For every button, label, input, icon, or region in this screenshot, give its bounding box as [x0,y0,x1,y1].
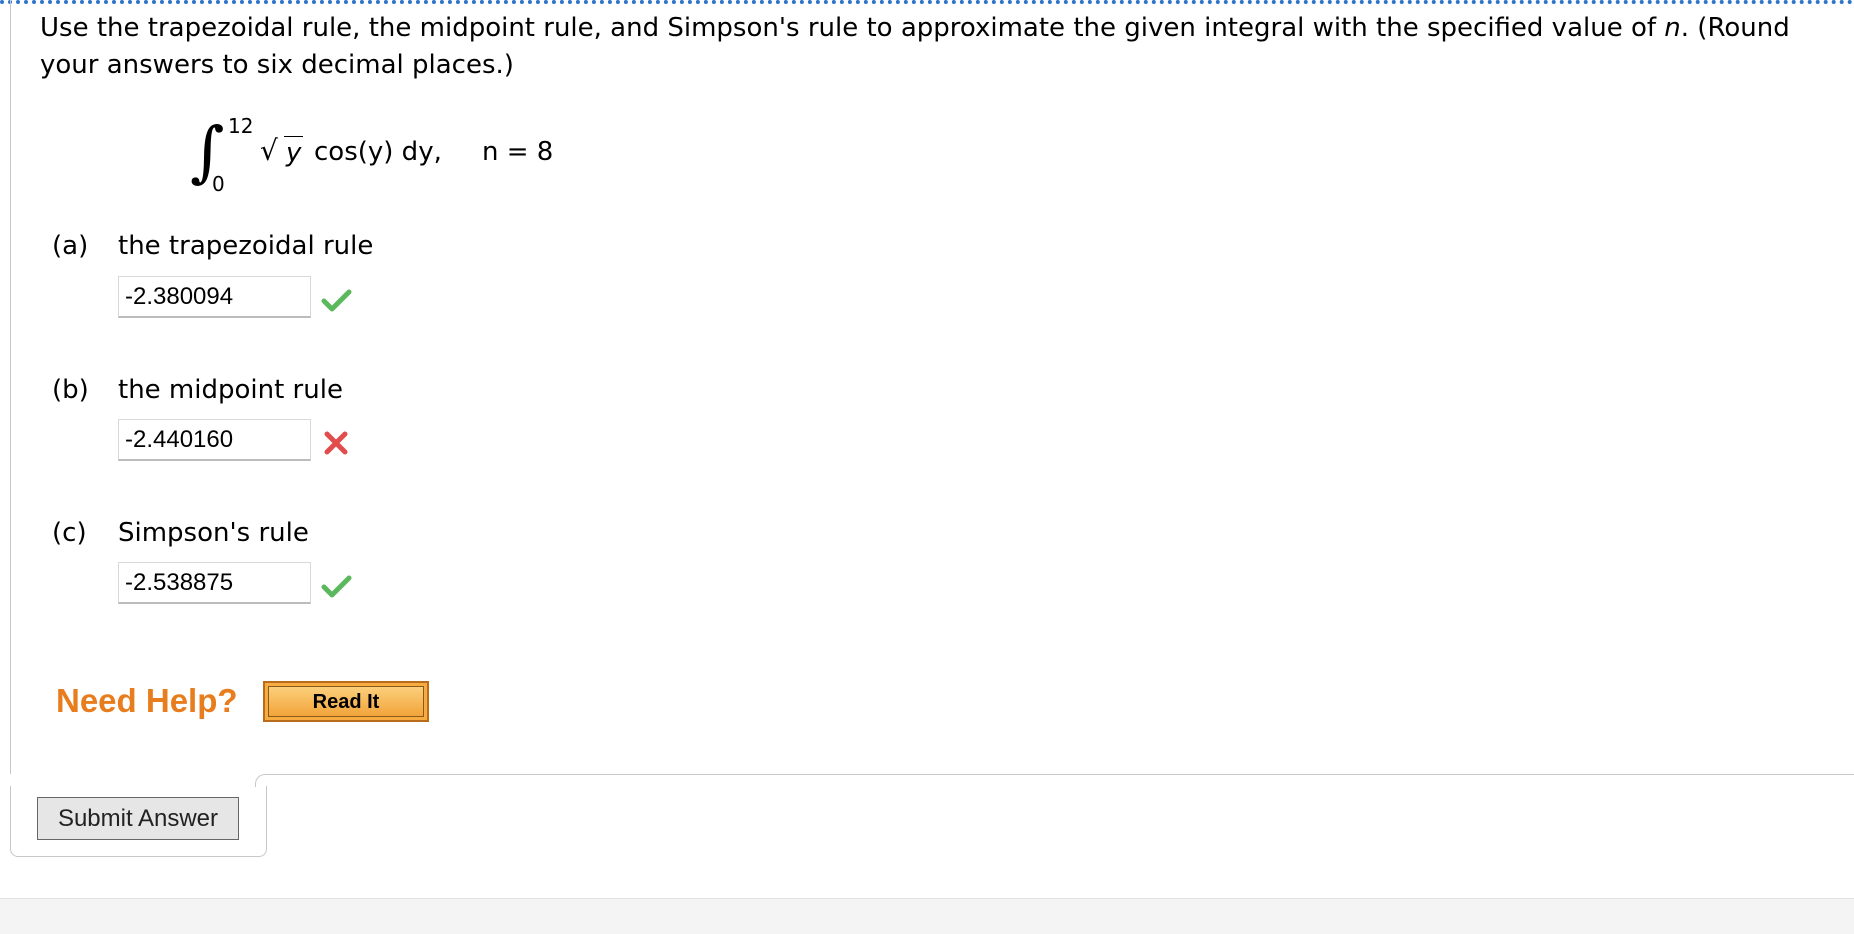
n-value: n = 8 [482,137,554,167]
answer-input-a[interactable] [118,276,311,318]
answer-input-c[interactable] [118,562,311,604]
lower-limit: 0 [212,172,225,196]
part-b-letter: (b) [52,375,89,405]
part-c-letter: (c) [52,518,87,548]
integrand-text: cos(y) dy, [314,137,442,167]
footer-bar [0,898,1854,934]
part-b-label: (b) the midpoint rule [52,373,343,407]
cross-icon [324,431,348,455]
need-help-label: Need Help? [56,682,238,719]
part-b-text: the midpoint rule [118,375,343,405]
read-it-label: Read It [268,686,424,717]
answer-input-b[interactable] [118,419,311,461]
read-it-button[interactable]: Read It [263,681,429,722]
panel-bottom-border [267,774,1854,775]
part-c-text: Simpson's rule [118,518,309,548]
check-icon [321,289,352,312]
part-c-label: (c) Simpson's rule [52,516,309,550]
part-a-letter: (a) [52,231,89,261]
integral-expression: ∫ 12 0 √ y cos(y) dy, n = 8 [190,112,610,202]
question-text-start: Use the trapezoidal rule, the midpoint r… [40,13,1665,43]
submit-answer-button[interactable]: Submit Answer [37,797,239,840]
question-n-variable: n [1664,13,1681,43]
radicand: y [284,136,304,168]
question-text: Use the trapezoidal rule, the midpoint r… [40,10,1820,84]
check-icon [321,575,352,598]
integrand-rest: cos(y) dy, [314,136,442,168]
part-a-text: the trapezoidal rule [118,231,374,261]
part-a-label: (a) the trapezoidal rule [52,229,373,263]
square-root-icon: √ [260,134,278,167]
upper-limit: 12 [228,114,254,138]
